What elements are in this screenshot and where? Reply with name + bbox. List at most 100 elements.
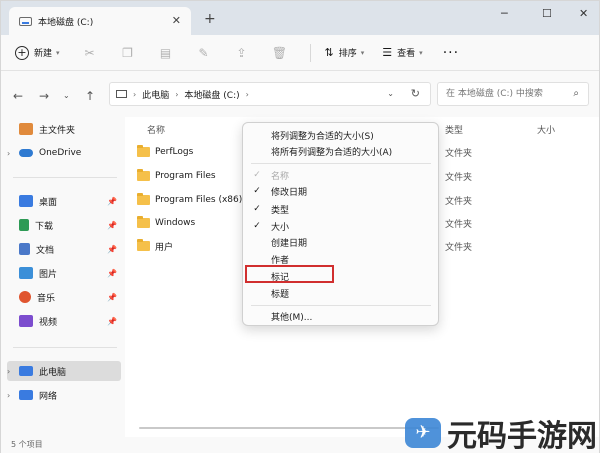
watermark-logo-icon: ✈: [405, 418, 441, 448]
paste-icon[interactable]: ▤: [158, 45, 174, 61]
view-icon: ☰: [382, 46, 393, 59]
delete-icon[interactable]: 🗑: [272, 45, 288, 61]
menu-item-column-name: ✓ 名称: [243, 167, 438, 183]
cut-icon[interactable]: ✂: [82, 45, 98, 61]
breadcrumb-this-pc[interactable]: 此电脑: [142, 88, 169, 101]
menu-item-label: 创建日期: [271, 238, 308, 249]
sidebar-item-label: 网络: [39, 391, 58, 402]
back-arrow-icon[interactable]: ←: [13, 89, 23, 103]
chevron-down-icon: ▾: [360, 48, 365, 57]
copy-icon[interactable]: ❐: [120, 45, 136, 61]
pin-icon[interactable]: 📌: [107, 197, 117, 206]
more-options-button[interactable]: ···: [443, 45, 459, 61]
file-type: 文件夹: [445, 219, 473, 230]
sidebar-item-pictures[interactable]: 图片 📌: [7, 263, 121, 283]
sidebar-item-downloads[interactable]: 下载 📌: [7, 215, 121, 235]
view-button[interactable]: ☰ 查看 ▾: [382, 46, 422, 59]
pin-icon[interactable]: 📌: [107, 293, 117, 302]
pin-icon[interactable]: 📌: [107, 245, 117, 254]
column-header-name[interactable]: 名称: [147, 123, 165, 136]
pin-icon[interactable]: 📌: [107, 221, 117, 230]
file-name: 用户: [155, 242, 174, 253]
search-placeholder: 在 本地磁盘 (C:) 中搜索: [446, 89, 543, 99]
menu-item-label: 作者: [271, 255, 290, 266]
column-header-type[interactable]: 类型: [445, 123, 463, 136]
menu-item-column-size[interactable]: ✓ 大小: [243, 218, 438, 234]
rename-icon[interactable]: ✎: [196, 45, 212, 61]
address-dropdown-icon[interactable]: ⌄: [387, 89, 394, 98]
music-icon: [19, 291, 31, 303]
close-window-button[interactable]: ✕: [579, 7, 588, 20]
view-label: 查看: [397, 49, 416, 59]
expand-chevron-icon[interactable]: ›: [7, 367, 19, 376]
menu-item-size-all-columns[interactable]: 将所有列调整为合适的大小(A): [243, 143, 438, 159]
menu-item-column-modified-date[interactable]: ✓ 修改日期: [243, 183, 438, 199]
expand-chevron-icon[interactable]: ›: [7, 149, 19, 158]
address-bar[interactable]: › 此电脑 › 本地磁盘 (C:) › ⌄ ↻: [109, 82, 431, 106]
sidebar-item-label: OneDrive: [39, 148, 82, 158]
pin-icon[interactable]: 📌: [107, 317, 117, 326]
sidebar-item-label: 桌面: [39, 197, 58, 208]
file-name: Program Files (x86): [155, 195, 243, 205]
sidebar-item-documents[interactable]: 文档 📌: [7, 239, 121, 259]
menu-divider: [251, 163, 431, 164]
menu-item-more-columns[interactable]: 其他(M)...: [243, 308, 438, 324]
sidebar-item-home[interactable]: 主文件夹: [7, 119, 121, 139]
menu-item-column-created-date[interactable]: 创建日期: [243, 234, 438, 250]
sidebar-item-label: 此电脑: [39, 367, 67, 378]
command-bar: + 新建 ▾ ✂ ❐ ▤ ✎ ⇪ 🗑 ⇅ 排序 ▾ ☰ 查看 ▾ ···: [1, 35, 599, 71]
menu-item-column-type[interactable]: ✓ 类型: [243, 201, 438, 217]
menu-item-label: 将列调整为合适的大小(S): [271, 131, 374, 142]
sidebar-item-label: 下载: [35, 221, 54, 232]
up-arrow-icon[interactable]: ↑: [85, 89, 95, 103]
file-type: 文件夹: [445, 172, 473, 183]
checkmark-icon: ✓: [253, 204, 261, 214]
checkmark-icon: ✓: [253, 170, 261, 180]
refresh-icon[interactable]: ↻: [411, 87, 420, 100]
maximize-button[interactable]: ☐: [542, 7, 552, 20]
share-icon[interactable]: ⇪: [234, 45, 250, 61]
sidebar-item-this-pc[interactable]: › 此电脑: [7, 361, 121, 381]
column-header-size[interactable]: 大小: [537, 123, 555, 136]
menu-item-column-title[interactable]: 标题: [243, 285, 438, 301]
folder-icon: [137, 239, 150, 251]
download-icon: [19, 219, 29, 231]
sidebar-item-desktop[interactable]: 桌面 📌: [7, 191, 121, 211]
new-button[interactable]: + 新建 ▾: [15, 45, 60, 60]
checkmark-icon: ✓: [253, 186, 261, 196]
title-bar: 本地磁盘 (C:) ✕ + ─ ☐ ✕: [1, 1, 599, 35]
menu-item-label: 名称: [271, 171, 290, 182]
sidebar-item-network[interactable]: › 网络: [7, 385, 121, 405]
folder-icon: [137, 145, 150, 157]
horizontal-scrollbar[interactable]: [139, 427, 439, 429]
home-icon: [19, 123, 33, 135]
tab-close-icon[interactable]: ✕: [172, 14, 181, 27]
checkmark-icon: ✓: [253, 221, 261, 231]
search-input[interactable]: 在 本地磁盘 (C:) 中搜索 ⌕: [437, 82, 589, 106]
search-icon: ⌕: [573, 88, 579, 99]
forward-arrow-icon[interactable]: →: [39, 89, 49, 103]
breadcrumb-local-disk[interactable]: 本地磁盘 (C:): [184, 88, 239, 101]
tab-local-disk[interactable]: 本地磁盘 (C:) ✕: [9, 7, 191, 35]
folder-icon: [137, 169, 150, 181]
video-icon: [19, 315, 33, 327]
file-explorer-window: 本地磁盘 (C:) ✕ + ─ ☐ ✕ + 新建 ▾ ✂ ❐ ▤ ✎ ⇪ 🗑 ⇅…: [0, 0, 600, 453]
cloud-icon: [19, 149, 33, 157]
sidebar-item-music[interactable]: 音乐 📌: [7, 287, 121, 307]
picture-icon: [19, 267, 33, 279]
pin-icon[interactable]: 📌: [107, 269, 117, 278]
item-count: 5 个项目: [11, 440, 43, 449]
sidebar-item-onedrive[interactable]: › OneDrive: [7, 143, 121, 163]
chevron-down-icon: ▾: [56, 48, 60, 57]
sort-button[interactable]: ⇅ 排序 ▾: [325, 46, 365, 59]
navigation-pane: 主文件夹 › OneDrive 桌面 📌 下载 📌 文档 📌 图片 📌 音乐 📌…: [1, 117, 125, 437]
breadcrumb-separator-icon: ›: [245, 89, 249, 99]
menu-item-size-column[interactable]: 将列调整为合适的大小(S): [243, 127, 438, 143]
recent-locations-icon[interactable]: ⌄: [63, 91, 70, 100]
expand-chevron-icon[interactable]: ›: [7, 391, 19, 400]
file-name: Windows: [155, 218, 196, 228]
new-tab-button[interactable]: +: [204, 11, 216, 27]
minimize-button[interactable]: ─: [501, 7, 508, 20]
sidebar-item-videos[interactable]: 视频 📌: [7, 311, 121, 331]
menu-item-label: 其他(M)...: [271, 312, 313, 323]
